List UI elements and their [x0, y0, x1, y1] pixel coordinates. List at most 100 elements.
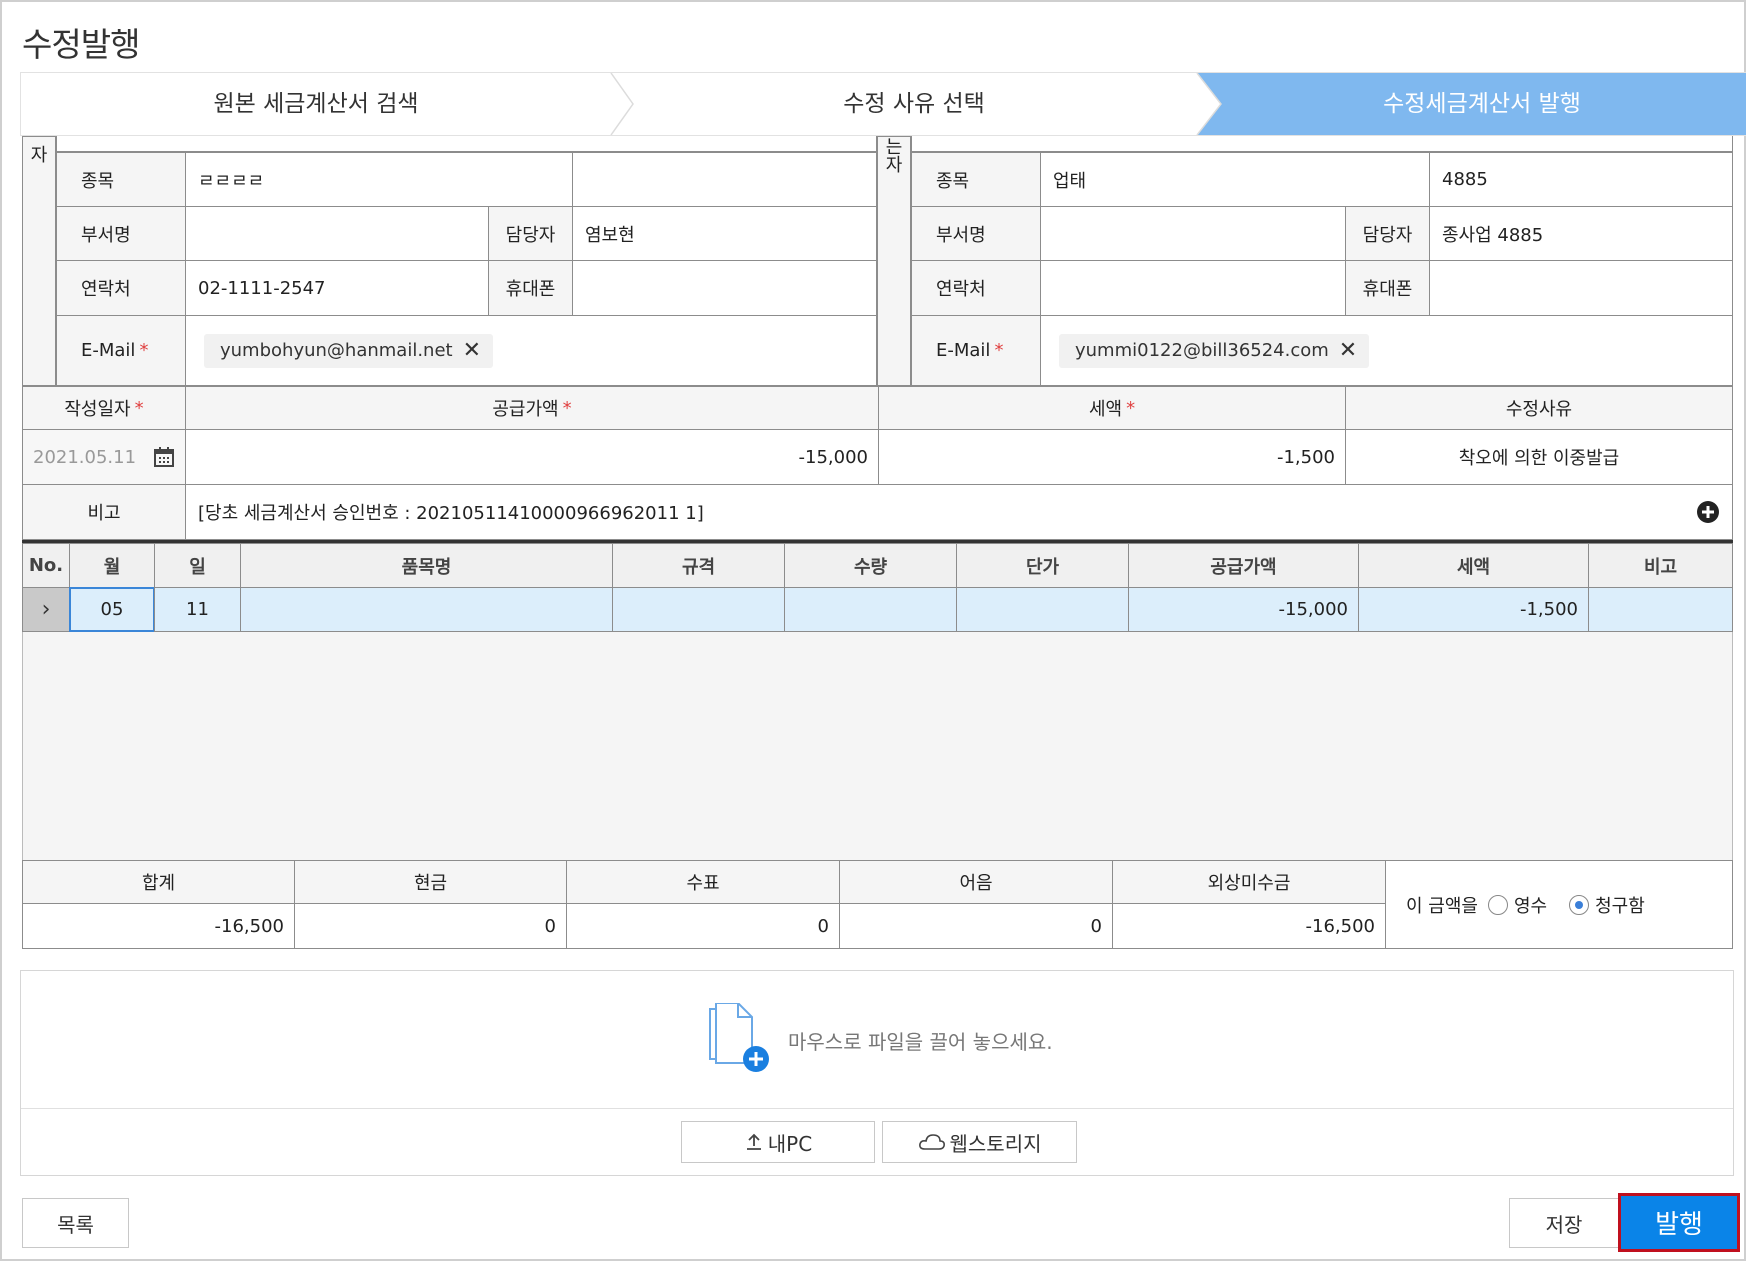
calendar-icon[interactable] — [153, 446, 175, 468]
file-drop-zone[interactable] — [20, 970, 1734, 1176]
reason-value: 착오에 의한 이중발급 — [1345, 429, 1733, 485]
supplier-manager-value[interactable]: 염보현 — [572, 206, 877, 261]
tax-label: 세액 * — [878, 386, 1346, 430]
date-label: 작성일자 * — [22, 386, 186, 430]
col-name: 품목명 — [240, 543, 613, 588]
supplier-email-field[interactable]: yumbohyun@hanmail.net ✕ — [185, 315, 877, 386]
supply-label-text: 공급가액 — [492, 399, 559, 420]
cloud-icon — [918, 1134, 945, 1150]
receiver-email-label: E-Mail * — [911, 315, 1041, 386]
supplier-phone-value[interactable]: 02-1111-2547 — [185, 260, 489, 316]
reason-label: 수정사유 — [1345, 386, 1733, 430]
remark-label: 비고 — [22, 484, 186, 540]
supplier-mobile-value[interactable] — [572, 260, 877, 316]
close-icon[interactable]: ✕ — [463, 338, 481, 363]
step-issue-modified: 수정세금계산서 발행 — [1383, 91, 1581, 117]
cell-day[interactable]: 11 — [154, 587, 241, 632]
tax-value[interactable]: -1,500 — [878, 429, 1346, 485]
col-qty: 수량 — [784, 543, 957, 588]
receiver-dept-value[interactable] — [1040, 206, 1346, 261]
add-circle-icon[interactable] — [1696, 500, 1720, 524]
step-select-reason: 수정 사유 선택 — [843, 91, 985, 117]
date-value: 2021.05.11 — [33, 446, 137, 468]
supplier-dept-value[interactable] — [185, 206, 489, 261]
col-day: 일 — [154, 543, 241, 588]
list-button[interactable]: 목록 — [22, 1198, 129, 1248]
required-mark: * — [134, 397, 144, 419]
receiver-business-value[interactable]: 업태 — [1040, 152, 1430, 207]
tax-label-text: 세액 — [1088, 399, 1123, 420]
total-credit-label: 외상미수금 — [1112, 860, 1386, 904]
remark-value: [당초 세금계산서 승인번호 : 20210511410000966962011… — [198, 503, 704, 524]
supplier-email-label-text: E-Mail — [81, 340, 136, 361]
receiver-manager-label: 담당자 — [1345, 206, 1430, 261]
supply-value[interactable]: -15,000 — [185, 429, 879, 485]
amount-prefix: 이 금액을 — [1406, 895, 1478, 917]
upload-my-pc-button[interactable]: 내PC — [681, 1121, 875, 1163]
col-month: 월 — [69, 543, 155, 588]
receiver-top-row-partial — [911, 136, 1733, 152]
radio-claim[interactable] — [1569, 894, 1590, 915]
total-note-value: 0 — [839, 903, 1113, 949]
supplier-mobile-label: 휴대폰 — [488, 260, 573, 316]
divider — [21, 1108, 1733, 1109]
receiver-side-label: 는 자 — [877, 136, 911, 386]
total-credit-value: -16,500 — [1112, 903, 1386, 949]
radio-claim-label[interactable]: 청구함 — [1595, 892, 1645, 918]
issue-button[interactable]: 발행 — [1618, 1193, 1740, 1252]
cell-price[interactable] — [956, 587, 1129, 632]
date-input[interactable]: 2021.05.11 — [22, 429, 186, 485]
upload-my-pc-label: 내PC — [767, 1131, 813, 1156]
supplier-phone-label: 연락처 — [56, 260, 186, 316]
cell-name[interactable] — [240, 587, 613, 632]
receiver-mobile-value[interactable] — [1429, 260, 1733, 316]
date-label-text: 작성일자 — [64, 399, 131, 420]
supplier-email-text: yumbohyun@hanmail.net — [220, 340, 453, 361]
receiver-item-value[interactable]: 4885 — [1429, 152, 1733, 207]
cell-spec[interactable] — [612, 587, 785, 632]
total-check-value: 0 — [566, 903, 840, 949]
col-spec: 규격 — [612, 543, 785, 588]
total-cash-label: 현금 — [294, 860, 567, 904]
total-sum-label: 합계 — [22, 860, 295, 904]
supplier-dept-label: 부서명 — [56, 206, 186, 261]
supplier-top-row-partial — [56, 136, 877, 152]
cell-qty[interactable] — [784, 587, 957, 632]
step-search-original: 원본 세금계산서 검색 — [213, 91, 419, 117]
receiver-mobile-label: 휴대폰 — [1345, 260, 1430, 316]
supplier-side-label: 자 — [22, 136, 56, 386]
supplier-item-value[interactable]: ㄹㄹㄹㄹ — [185, 152, 573, 207]
receiver-email-chip: yummi0122@bill36524.com ✕ — [1059, 333, 1370, 368]
cell-month[interactable]: 05 — [69, 587, 155, 632]
receiver-manager-value[interactable]: 종사업 4885 — [1429, 206, 1733, 261]
radio-receipt-label[interactable]: 영수 — [1514, 892, 1547, 918]
col-tax: 세액 — [1358, 543, 1589, 588]
receiver-email-label-text: E-Mail — [936, 340, 991, 361]
radio-receipt[interactable] — [1487, 894, 1508, 915]
receiver-email-field[interactable]: yummi0122@bill36524.com ✕ — [1040, 315, 1733, 386]
save-button[interactable]: 저장 — [1509, 1198, 1619, 1248]
supplier-email-chip: yumbohyun@hanmail.net ✕ — [204, 333, 494, 368]
required-mark: * — [1126, 397, 1136, 419]
amount-type-group: 이 금액을 영수 청구함 — [1385, 860, 1733, 949]
receiver-item-label: 종목 — [911, 152, 1041, 207]
supplier-item-extra[interactable] — [572, 152, 877, 207]
receiver-phone-label: 연락처 — [911, 260, 1041, 316]
total-sum-value: -16,500 — [22, 903, 295, 949]
chevron-right-icon: › — [41, 597, 51, 622]
webstorage-button[interactable]: 웹스토리지 — [882, 1121, 1077, 1163]
cell-remark[interactable] — [1588, 587, 1733, 632]
row-expander[interactable]: › — [22, 587, 70, 632]
close-icon[interactable]: ✕ — [1339, 338, 1357, 363]
total-note-label: 어음 — [839, 860, 1113, 904]
webstorage-label: 웹스토리지 — [949, 1131, 1042, 1156]
remark-field[interactable]: [당초 세금계산서 승인번호 : 20210511410000966962011… — [185, 484, 1733, 540]
cell-tax[interactable]: -1,500 — [1358, 587, 1589, 632]
step-progress: 원본 세금계산서 검색 수정 사유 선택 수정세금계산서 발행 — [20, 72, 1746, 136]
receiver-phone-value[interactable] — [1040, 260, 1346, 316]
col-remark: 비고 — [1588, 543, 1733, 588]
cell-supply[interactable]: -15,000 — [1128, 587, 1359, 632]
page-title: 수정발행 — [22, 25, 140, 64]
supplier-email-label: E-Mail * — [56, 315, 186, 386]
receiver-dept-label: 부서명 — [911, 206, 1041, 261]
